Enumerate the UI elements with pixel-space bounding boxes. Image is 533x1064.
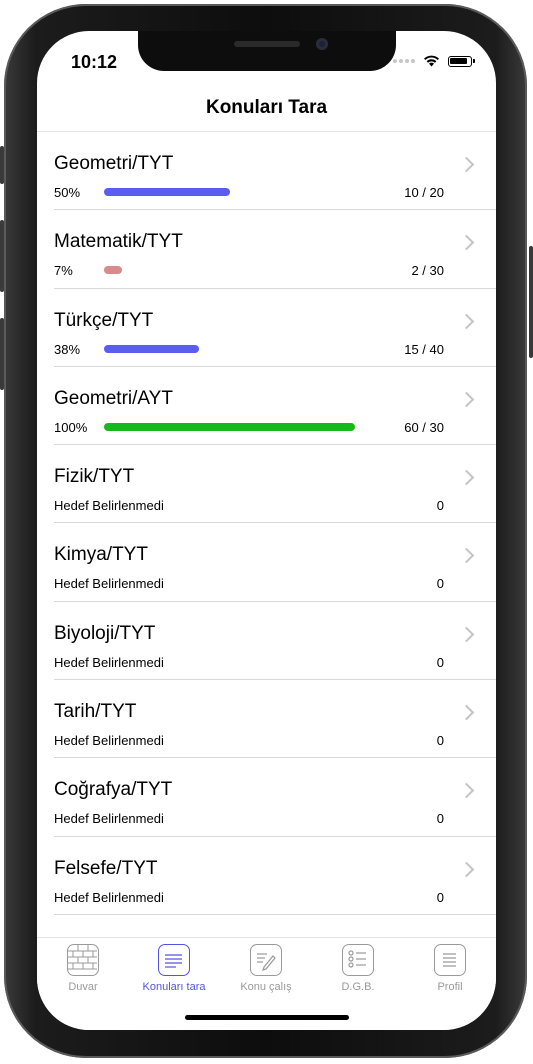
progress-ratio: 2 / 30 (411, 263, 444, 279)
chevron-right-icon (458, 548, 475, 564)
tab-label: Duvar (68, 981, 98, 993)
status-icons (393, 55, 475, 67)
subject-row[interactable]: Felsefe/TYT Hedef Belirlenmedi 0 (37, 837, 496, 915)
progress-ratio: 10 / 20 (404, 185, 444, 200)
chevron-right-icon (458, 391, 475, 408)
wifi-icon (424, 55, 439, 67)
notch (138, 31, 396, 71)
subject-title: Geometri/TYT (54, 153, 174, 174)
progress-bar (104, 344, 199, 353)
subject-row[interactable]: Matematik/TYT 7% 2 / 30 (37, 210, 496, 289)
battery-icon (448, 55, 475, 67)
front-camera (316, 38, 328, 50)
question-count: 0 (436, 498, 444, 514)
subject-row[interactable]: Coğrafya/TYT Hedef Belirlenmedi 0 (37, 758, 496, 837)
question-count: 0 (436, 733, 444, 749)
tab-d-g-b-[interactable]: D.G.B. (313, 944, 403, 993)
subject-row[interactable]: Biyoloji/TYT Hedef Belirlenmedi 0 (37, 602, 496, 681)
chevron-right-icon (458, 156, 475, 173)
list-lines-icon (158, 944, 190, 976)
subject-title: Felsefe/TYT (54, 857, 158, 879)
question-count: 0 (436, 576, 444, 592)
chevron-right-icon (458, 235, 475, 251)
progress-bar (104, 266, 122, 275)
progress-ratio: 60 / 30 (404, 419, 444, 435)
checklist-icon (342, 944, 374, 976)
subject-title: Geometri/AYT (54, 387, 173, 409)
tab-profil[interactable]: Profil (405, 944, 495, 993)
no-target-label: Hedef Belirlenmedi (54, 811, 164, 827)
progress-percent: 7% (54, 263, 73, 279)
tab-label: D.G.B. (341, 981, 375, 993)
tab-konuları-tara[interactable]: Konuları tara (129, 944, 219, 993)
screen: 10:12 Konuları Tara Geometri/TYT 50% 10 / … (37, 31, 496, 1030)
subject-row[interactable]: Geometri/AYT 100% 60 / 30 (37, 367, 496, 446)
signal-dots-icon (393, 59, 415, 63)
subject-title: Biyoloji/TYT (54, 622, 156, 644)
subject-title: Coğrafya/TYT (54, 779, 173, 801)
no-target-label: Hedef Belirlenmedi (54, 733, 164, 749)
no-target-label: Hedef Belirlenmedi (54, 498, 164, 514)
progress-percent: 50% (54, 185, 81, 200)
status-time: 10:12 (71, 52, 118, 72)
tab-label: Konu çalış (240, 981, 292, 993)
home-indicator[interactable] (185, 1015, 349, 1020)
chevron-right-icon (458, 861, 475, 877)
power-button (529, 246, 533, 358)
subject-title: Fizik/TYT (54, 466, 135, 488)
progress-bar (104, 422, 355, 431)
tab-konu-çalış[interactable]: Konu çalış (221, 944, 311, 993)
tab-label: Profil (437, 981, 463, 993)
row-divider (54, 913, 496, 915)
chevron-right-icon (458, 313, 475, 329)
no-target-label: Hedef Belirlenmedi (54, 889, 164, 905)
question-count: 0 (436, 889, 444, 905)
progress-bar (104, 188, 230, 196)
tab-label: Konuları tara (142, 981, 206, 993)
speaker (234, 41, 300, 47)
volume-down-button (0, 318, 4, 390)
question-count: 0 (436, 811, 444, 827)
question-count: 0 (436, 654, 444, 670)
subject-row[interactable]: Geometri/TYT 50% 10 / 20 (37, 132, 496, 211)
chevron-right-icon (458, 783, 475, 799)
brick-wall-icon (67, 944, 99, 976)
chevron-right-icon (458, 704, 475, 721)
chevron-right-icon (458, 626, 475, 643)
volume-up-button (0, 220, 4, 292)
subject-row[interactable]: Kimya/TYT Hedef Belirlenmedi 0 (37, 523, 496, 602)
document-icon (434, 944, 466, 976)
progress-percent: 100% (54, 419, 88, 435)
subject-title: Matematik/TYT (54, 231, 183, 253)
subject-title: Türkçe/TYT (54, 309, 154, 331)
no-target-label: Hedef Belirlenmedi (54, 654, 164, 670)
pencil-note-icon (250, 944, 282, 976)
subject-title: Tarih/TYT (54, 701, 137, 723)
subject-row[interactable]: Türkçe/TYT 38% 15 / 40 (37, 289, 496, 367)
mute-switch (0, 146, 4, 184)
subject-title: Kimya/TYT (54, 544, 148, 566)
subject-row[interactable]: Fizik/TYT Hedef Belirlenmedi 0 (37, 445, 496, 524)
subject-list: Geometri/TYT 50% 10 / 20 Matematik/TYT 7% 2 /… (37, 132, 496, 915)
subject-row[interactable]: Tarih/TYT Hedef Belirlenmedi 0 (37, 680, 496, 759)
page-title: Konuları Tara (205, 97, 328, 118)
progress-percent: 38% (54, 341, 81, 357)
progress-ratio: 15 / 40 (404, 341, 444, 357)
tab-duvar[interactable]: Duvar (38, 944, 128, 993)
no-target-label: Hedef Belirlenmedi (54, 576, 164, 592)
chevron-right-icon (458, 469, 475, 486)
